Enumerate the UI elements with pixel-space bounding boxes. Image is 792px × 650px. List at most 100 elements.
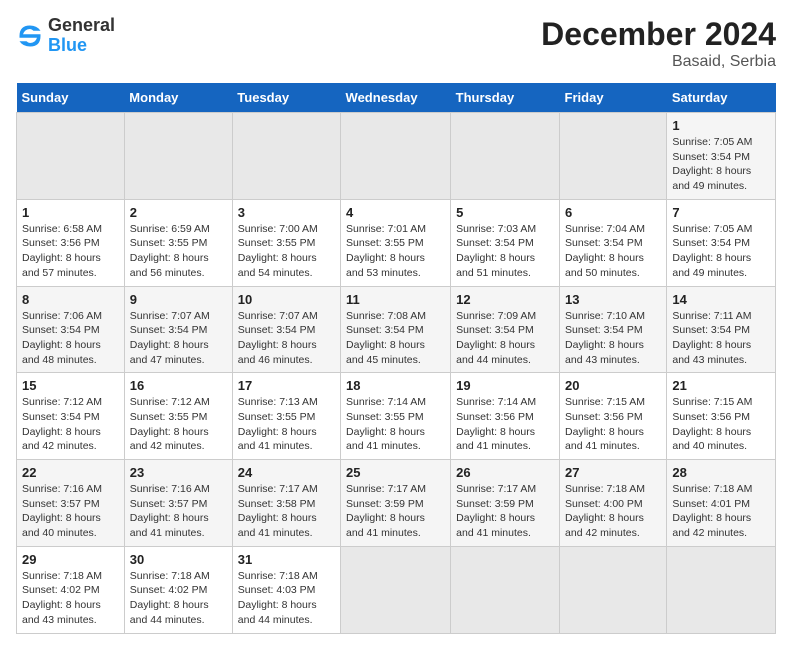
calendar-cell — [341, 113, 451, 200]
day-info: Sunrise: 7:05 AMSunset: 3:54 PMDaylight:… — [672, 222, 770, 281]
calendar-cell: 22Sunrise: 7:16 AMSunset: 3:57 PMDayligh… — [17, 460, 125, 547]
day-number: 2 — [130, 205, 227, 220]
day-number: 1 — [672, 118, 770, 133]
day-info: Sunrise: 7:08 AMSunset: 3:54 PMDaylight:… — [346, 309, 445, 368]
day-info: Sunrise: 7:16 AMSunset: 3:57 PMDaylight:… — [22, 482, 119, 541]
day-number: 17 — [238, 378, 335, 393]
calendar-cell: 9Sunrise: 7:07 AMSunset: 3:54 PMDaylight… — [124, 286, 232, 373]
day-info: Sunrise: 7:00 AMSunset: 3:55 PMDaylight:… — [238, 222, 335, 281]
day-number: 7 — [672, 205, 770, 220]
day-info: Sunrise: 7:01 AMSunset: 3:55 PMDaylight:… — [346, 222, 445, 281]
day-number: 10 — [238, 292, 335, 307]
calendar-table: SundayMondayTuesdayWednesdayThursdayFrid… — [16, 83, 776, 634]
calendar-cell: 23Sunrise: 7:16 AMSunset: 3:57 PMDayligh… — [124, 460, 232, 547]
day-info: Sunrise: 7:12 AMSunset: 3:55 PMDaylight:… — [130, 395, 227, 454]
day-number: 24 — [238, 465, 335, 480]
calendar-cell — [667, 546, 776, 633]
calendar-cell — [451, 546, 560, 633]
day-info: Sunrise: 7:17 AMSunset: 3:59 PMDaylight:… — [456, 482, 554, 541]
day-header-sunday: Sunday — [17, 83, 125, 113]
day-info: Sunrise: 7:10 AMSunset: 3:54 PMDaylight:… — [565, 309, 661, 368]
logo-icon — [16, 22, 44, 50]
page-subtitle: Basaid, Serbia — [541, 53, 776, 71]
day-info: Sunrise: 6:58 AMSunset: 3:56 PMDaylight:… — [22, 222, 119, 281]
calendar-cell: 6 Sunrise: 7:04 AMSunset: 3:54 PMDaylight… — [560, 199, 667, 286]
calendar-cell: 1 Sunrise: 6:58 AMSunset: 3:56 PMDaylight… — [17, 199, 125, 286]
calendar-cell: 20Sunrise: 7:15 AMSunset: 3:56 PMDayligh… — [560, 373, 667, 460]
day-number: 21 — [672, 378, 770, 393]
logo-line1: General — [48, 16, 115, 36]
calendar-week-row: 8Sunrise: 7:06 AMSunset: 3:54 PMDaylight… — [17, 286, 776, 373]
calendar-cell: 30Sunrise: 7:18 AMSunset: 4:02 PMDayligh… — [124, 546, 232, 633]
day-number: 9 — [130, 292, 227, 307]
calendar-cell — [341, 546, 451, 633]
page-title: December 2024 — [541, 16, 776, 53]
day-info: Sunrise: 7:16 AMSunset: 3:57 PMDaylight:… — [130, 482, 227, 541]
day-number: 18 — [346, 378, 445, 393]
calendar-cell: 11 Sunrise: 7:08 AMSunset: 3:54 PMDayligh… — [341, 286, 451, 373]
calendar-cell: 14 Sunrise: 7:11 AMSunset: 3:54 PMDayligh… — [667, 286, 776, 373]
calendar-cell — [124, 113, 232, 200]
day-info: Sunrise: 7:14 AMSunset: 3:56 PMDaylight:… — [456, 395, 554, 454]
calendar-cell: 7 Sunrise: 7:05 AMSunset: 3:54 PMDaylight… — [667, 199, 776, 286]
day-info: Sunrise: 7:15 AMSunset: 3:56 PMDaylight:… — [565, 395, 661, 454]
calendar-week-row: 1 Sunrise: 6:58 AMSunset: 3:56 PMDaylight… — [17, 199, 776, 286]
calendar-cell: 19Sunrise: 7:14 AMSunset: 3:56 PMDayligh… — [451, 373, 560, 460]
calendar-cell — [17, 113, 125, 200]
day-number: 15 — [22, 378, 119, 393]
day-number: 26 — [456, 465, 554, 480]
calendar-cell: 17 Sunrise: 7:13 AMSunset: 3:55 PMDayligh… — [232, 373, 340, 460]
calendar-cell — [560, 546, 667, 633]
day-number: 14 — [672, 292, 770, 307]
day-number: 3 — [238, 205, 335, 220]
day-number: 1 — [22, 205, 119, 220]
day-info: Sunrise: 7:18 AMSunset: 4:02 PMDaylight:… — [130, 569, 227, 628]
calendar-cell: 16 Sunrise: 7:12 AMSunset: 3:55 PMDayligh… — [124, 373, 232, 460]
calendar-cell: 4Sunrise: 7:01 AMSunset: 3:55 PMDaylight… — [341, 199, 451, 286]
day-info: Sunrise: 7:04 AMSunset: 3:54 PMDaylight:… — [565, 222, 661, 281]
calendar-cell: 18Sunrise: 7:14 AMSunset: 3:55 PMDayligh… — [341, 373, 451, 460]
day-info: Sunrise: 7:18 AMSunset: 4:02 PMDaylight:… — [22, 569, 119, 628]
day-info: Sunrise: 7:17 AMSunset: 3:59 PMDaylight:… — [346, 482, 445, 541]
day-info: Sunrise: 7:03 AMSunset: 3:54 PMDaylight:… — [456, 222, 554, 281]
calendar-cell: 29 Sunrise: 7:18 AMSunset: 4:02 PMDayligh… — [17, 546, 125, 633]
day-number: 13 — [565, 292, 661, 307]
day-number: 29 — [22, 552, 119, 567]
day-info: Sunrise: 7:18 AMSunset: 4:03 PMDaylight:… — [238, 569, 335, 628]
calendar-cell: 10 Sunrise: 7:07 AMSunset: 3:54 PMDayligh… — [232, 286, 340, 373]
day-info: Sunrise: 7:05 AMSunset: 3:54 PMDaylight:… — [672, 135, 770, 194]
day-number: 6 — [565, 205, 661, 220]
logo-line2: Blue — [48, 36, 115, 56]
calendar-cell: 24Sunrise: 7:17 AMSunset: 3:58 PMDayligh… — [232, 460, 340, 547]
day-number: 27 — [565, 465, 661, 480]
calendar-week-row: 22Sunrise: 7:16 AMSunset: 3:57 PMDayligh… — [17, 460, 776, 547]
day-info: Sunrise: 7:11 AMSunset: 3:54 PMDaylight:… — [672, 309, 770, 368]
calendar-cell — [451, 113, 560, 200]
calendar-cell: 31Sunrise: 7:18 AMSunset: 4:03 PMDayligh… — [232, 546, 340, 633]
calendar-cell: 2 Sunrise: 6:59 AMSunset: 3:55 PMDaylight… — [124, 199, 232, 286]
calendar-header-row: SundayMondayTuesdayWednesdayThursdayFrid… — [17, 83, 776, 113]
calendar-cell: 27Sunrise: 7:18 AMSunset: 4:00 PMDayligh… — [560, 460, 667, 547]
day-info: Sunrise: 7:07 AMSunset: 3:54 PMDaylight:… — [238, 309, 335, 368]
calendar-week-row: 1 Sunrise: 7:05 AMSunset: 3:54 PMDaylight… — [17, 113, 776, 200]
calendar-week-row: 29 Sunrise: 7:18 AMSunset: 4:02 PMDayligh… — [17, 546, 776, 633]
day-number: 25 — [346, 465, 445, 480]
day-info: Sunrise: 7:13 AMSunset: 3:55 PMDaylight:… — [238, 395, 335, 454]
day-info: Sunrise: 7:18 AMSunset: 4:01 PMDaylight:… — [672, 482, 770, 541]
day-number: 16 — [130, 378, 227, 393]
day-header-saturday: Saturday — [667, 83, 776, 113]
day-header-friday: Friday — [560, 83, 667, 113]
title-block: December 2024 Basaid, Serbia — [541, 16, 776, 71]
day-number: 28 — [672, 465, 770, 480]
day-number: 12 — [456, 292, 554, 307]
calendar-cell: 5 Sunrise: 7:03 AMSunset: 3:54 PMDaylight… — [451, 199, 560, 286]
day-header-wednesday: Wednesday — [341, 83, 451, 113]
day-number: 5 — [456, 205, 554, 220]
logo-text: General Blue — [48, 16, 115, 56]
calendar-cell: 12Sunrise: 7:09 AMSunset: 3:54 PMDayligh… — [451, 286, 560, 373]
logo: General Blue — [16, 16, 115, 56]
calendar-cell: 3 Sunrise: 7:00 AMSunset: 3:55 PMDaylight… — [232, 199, 340, 286]
day-info: Sunrise: 6:59 AMSunset: 3:55 PMDaylight:… — [130, 222, 227, 281]
calendar-cell: 8Sunrise: 7:06 AMSunset: 3:54 PMDaylight… — [17, 286, 125, 373]
day-number: 11 — [346, 292, 445, 307]
